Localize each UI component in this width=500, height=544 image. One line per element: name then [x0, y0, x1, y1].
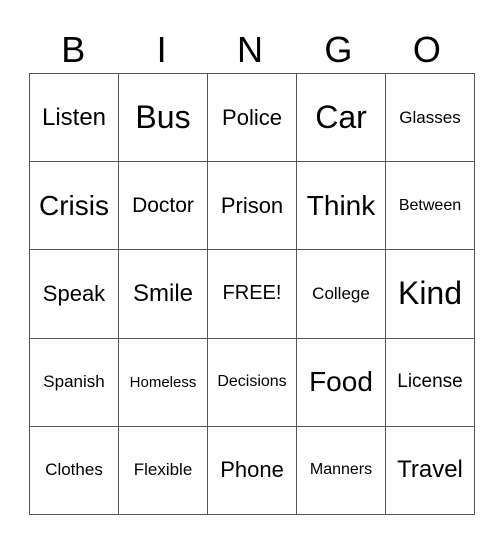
bingo-cell[interactable]: Phone: [207, 425, 297, 516]
bingo-cell[interactable]: Bus: [118, 72, 208, 163]
bingo-cell[interactable]: License: [385, 337, 475, 427]
free-space[interactable]: FREE!: [207, 249, 297, 339]
grid-row: Listen Bus Police Car Glasses: [29, 72, 475, 163]
bingo-cell[interactable]: Spanish: [29, 337, 119, 427]
bingo-cell[interactable]: Glasses: [385, 72, 475, 163]
header-letter-o: O: [412, 29, 441, 70]
bingo-header: B I N G O: [29, 28, 471, 72]
header-letter-n: N: [237, 29, 264, 70]
grid-row: Spanish Homeless Decisions Food License: [29, 337, 475, 427]
header-letter-i: I: [156, 29, 167, 70]
grid-row: Crisis Doctor Prison Think Between: [29, 161, 475, 251]
bingo-cell[interactable]: Kind: [385, 249, 475, 339]
header-letter-b: B: [61, 29, 86, 70]
grid-row: Speak Smile FREE! College Kind: [29, 249, 475, 339]
bingo-cell[interactable]: College: [296, 249, 386, 339]
bingo-cell[interactable]: Listen: [29, 72, 119, 163]
bingo-cell[interactable]: Food: [296, 337, 386, 427]
bingo-cell[interactable]: Flexible: [118, 425, 208, 516]
bingo-cell[interactable]: Doctor: [118, 161, 208, 251]
bingo-grid: Listen Bus Police Car Glasses Crisis Doc…: [29, 72, 475, 516]
bingo-cell[interactable]: Clothes: [29, 425, 119, 516]
bingo-cell[interactable]: Think: [296, 161, 386, 251]
bingo-cell[interactable]: Car: [296, 72, 386, 163]
bingo-cell[interactable]: Decisions: [207, 337, 297, 427]
bingo-cell[interactable]: Homeless: [118, 337, 208, 427]
bingo-cell[interactable]: Travel: [385, 425, 475, 516]
bingo-cell[interactable]: Prison: [207, 161, 297, 251]
bingo-cell[interactable]: Manners: [296, 425, 386, 516]
bingo-cell[interactable]: Crisis: [29, 161, 119, 251]
bingo-cell[interactable]: Between: [385, 161, 475, 251]
bingo-cell[interactable]: Smile: [118, 249, 208, 339]
bingo-cell[interactable]: Police: [207, 72, 297, 163]
bingo-cell[interactable]: Speak: [29, 249, 119, 339]
grid-row: Clothes Flexible Phone Manners Travel: [29, 425, 475, 516]
header-letter-g: G: [324, 29, 353, 70]
